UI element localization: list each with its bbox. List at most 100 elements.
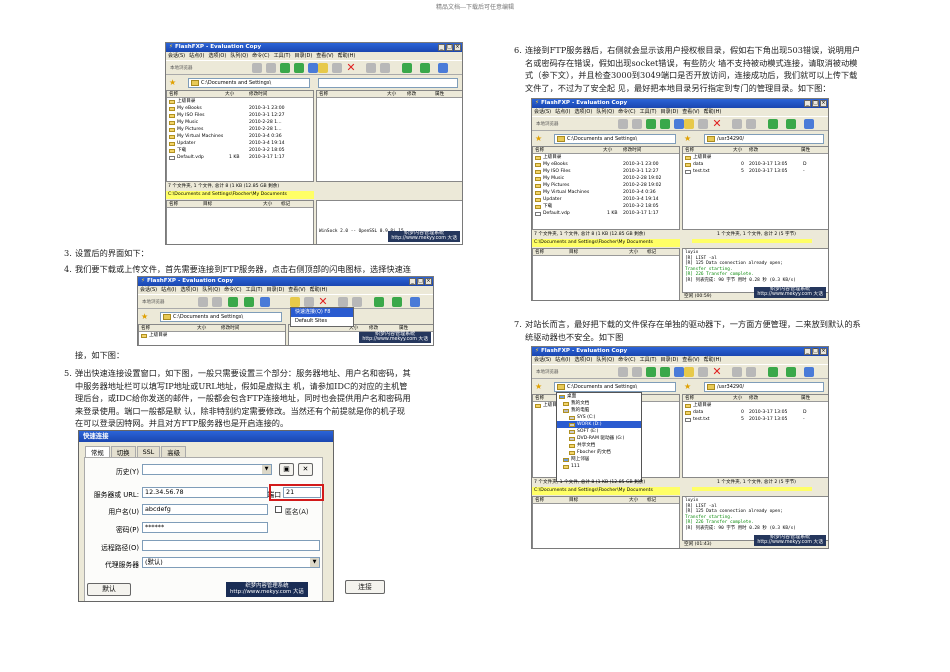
local-path-combo[interactable]: C:\Documents and Settings\: [554, 134, 676, 144]
tree-item[interactable]: 桌面: [557, 393, 641, 400]
list-item[interactable]: My ISO Files 2010-3-1 12:27: [533, 168, 679, 175]
local-path-combo[interactable]: C:\Documents and Settings\: [554, 382, 676, 392]
remote-pause-icon[interactable]: [338, 297, 348, 307]
pause-icon[interactable]: [252, 63, 262, 73]
favorite-icon[interactable]: ★: [141, 313, 149, 321]
default-button[interactable]: 默认: [87, 583, 131, 596]
pause-icon[interactable]: [198, 297, 208, 307]
refresh-icon[interactable]: [646, 367, 656, 377]
list-item[interactable]: 上级目录: [139, 332, 285, 339]
remote-pause-icon[interactable]: [732, 119, 742, 129]
sync-icon[interactable]: [660, 119, 670, 129]
pause-icon[interactable]: [618, 367, 628, 377]
col-name[interactable]: 名称: [169, 201, 178, 208]
col-size[interactable]: 大小: [387, 91, 396, 98]
col-flag[interactable]: 标记: [281, 201, 290, 208]
maximize-icon[interactable]: □: [446, 44, 453, 51]
menu-item-quick-connect[interactable]: 快速连接(Q) F8: [291, 308, 353, 317]
list-item[interactable]: My Pictures 2010-2-28 19:02: [533, 182, 679, 189]
chevron-down-icon[interactable]: ▼: [262, 465, 271, 474]
password-input[interactable]: ******: [142, 522, 268, 533]
drive-tree-dropdown[interactable]: 桌面 我的文档 我的电脑 SYS (C:) WORK (D:) SOFT (E:…: [556, 392, 642, 482]
tree-item[interactable]: SYS (C:): [557, 414, 641, 421]
remote-queue-icon[interactable]: [746, 367, 756, 377]
close-icon[interactable]: ×: [820, 348, 827, 355]
local-path-combo[interactable]: C:\Documents and Settings\: [188, 78, 310, 88]
list-item[interactable]: 上级目录: [683, 402, 828, 409]
remote-file-pane[interactable]: 名称 大小 修改 属性: [316, 90, 462, 182]
col-name[interactable]: 名称: [319, 91, 328, 98]
menu-session[interactable]: 会话(S): [168, 53, 185, 59]
remote-path-combo[interactable]: /usr34290/: [704, 382, 824, 392]
save-site-button[interactable]: ▣: [279, 463, 294, 476]
queue-icon[interactable]: [212, 297, 222, 307]
remote-sync-icon[interactable]: [392, 297, 402, 307]
abort-icon[interactable]: ✕: [712, 118, 722, 129]
connect-button[interactable]: 连接: [345, 580, 385, 594]
close-icon[interactable]: ×: [454, 44, 461, 51]
anonymous-checkbox[interactable]: [275, 506, 282, 513]
list-item[interactable]: My Virtual Machines 2010-3-4 0:36: [167, 133, 313, 140]
list-item[interactable]: Updater 2010-3-4 19:14: [167, 140, 313, 147]
refresh-icon[interactable]: [646, 119, 656, 129]
local-file-pane[interactable]: 名称 大小 修改时间 上级目录 My eBooks 2010-3-1 23:00 My…: [532, 146, 680, 230]
tree-item[interactable]: 111: [557, 463, 641, 470]
username-input[interactable]: abcdefg: [142, 504, 268, 515]
remote-refresh-icon[interactable]: [402, 63, 412, 73]
local-file-pane[interactable]: 名称 大小 修改时间 上级目录 My eBooks 2010-3-1 23:00 My…: [166, 90, 314, 182]
list-item[interactable]: Default.vdp 1 KB 2010-3-17 1:17: [167, 154, 313, 161]
history-combo[interactable]: ▼: [142, 464, 272, 475]
tree-item[interactable]: WORK (D:): [557, 421, 641, 428]
maximize-icon[interactable]: □: [812, 348, 819, 355]
col-size[interactable]: 大小: [225, 91, 234, 98]
disconnect-icon[interactable]: [304, 297, 314, 307]
connect-flash-icon[interactable]: [684, 119, 694, 129]
favorite-icon[interactable]: ★: [169, 79, 177, 87]
refresh-icon[interactable]: [228, 297, 238, 307]
queue-pane[interactable]: 名称 目标 大小 标记: [166, 200, 314, 244]
list-item[interactable]: My Music 2010-2-28 1...: [167, 119, 313, 126]
home-icon[interactable]: [260, 297, 270, 307]
menu-commands[interactable]: 命令(C): [252, 53, 269, 59]
queue-pane[interactable]: 名称 目标 大小 标记: [532, 248, 680, 300]
chevron-down-icon[interactable]: ▼: [310, 558, 319, 567]
list-item[interactable]: test.txt 5 2010-3-17 13:05-: [683, 416, 828, 423]
col-size[interactable]: 大小: [263, 201, 272, 208]
home-icon[interactable]: [674, 119, 684, 129]
abort-icon[interactable]: ✕: [712, 366, 722, 377]
list-item[interactable]: data 0 2010-3-17 13:05 D: [683, 161, 828, 168]
remote-home-icon[interactable]: [804, 367, 814, 377]
list-item[interactable]: 下载 2010-3-2 18:05: [167, 147, 313, 154]
menu-options[interactable]: 选项(O): [208, 53, 226, 59]
tree-item[interactable]: 我的文档: [557, 400, 641, 407]
remote-favorite-icon[interactable]: ★: [684, 135, 692, 143]
list-item[interactable]: My Virtual Machines 2010-3-4 0:36: [533, 189, 679, 196]
list-item[interactable]: My ISO Files 2010-3-1 12:27: [167, 112, 313, 119]
remote-sync-icon[interactable]: [420, 63, 430, 73]
menu-help[interactable]: 帮助(H): [338, 53, 356, 59]
pause-icon[interactable]: [618, 119, 628, 129]
queue-pane[interactable]: 名称 目标 大小 标记: [532, 496, 680, 548]
remote-path-combo[interactable]: [318, 78, 458, 88]
queue-icon[interactable]: [266, 63, 276, 73]
tree-item[interactable]: 我的电脑: [557, 407, 641, 414]
remote-path-input[interactable]: [142, 540, 320, 551]
connect-flash-icon[interactable]: [290, 297, 300, 307]
maximize-icon[interactable]: □: [812, 100, 819, 107]
proxy-select[interactable]: (默认) ▼: [142, 557, 320, 568]
queue-icon[interactable]: [632, 367, 642, 377]
list-item[interactable]: Updater 2010-3-4 19:14: [533, 196, 679, 203]
remote-pause-icon[interactable]: [366, 63, 376, 73]
remote-home-icon[interactable]: [410, 297, 420, 307]
remote-file-pane[interactable]: 名称 大小 修改 属性 上级目录 data 0 2010-3-17 13:05 D test…: [682, 146, 828, 230]
tree-item[interactable]: 共享文档: [557, 442, 641, 449]
abort-icon[interactable]: ✕: [346, 62, 356, 73]
tree-item[interactable]: 网上邻居: [557, 456, 641, 463]
close-icon[interactable]: ×: [820, 100, 827, 107]
remote-queue-icon[interactable]: [352, 297, 362, 307]
list-item[interactable]: My Pictures 2010-2-28 1...: [167, 126, 313, 133]
remote-sync-icon[interactable]: [786, 367, 796, 377]
favorite-icon[interactable]: ★: [535, 383, 543, 391]
minimize-icon[interactable]: _: [438, 44, 445, 51]
col-name[interactable]: 名称: [169, 91, 178, 98]
